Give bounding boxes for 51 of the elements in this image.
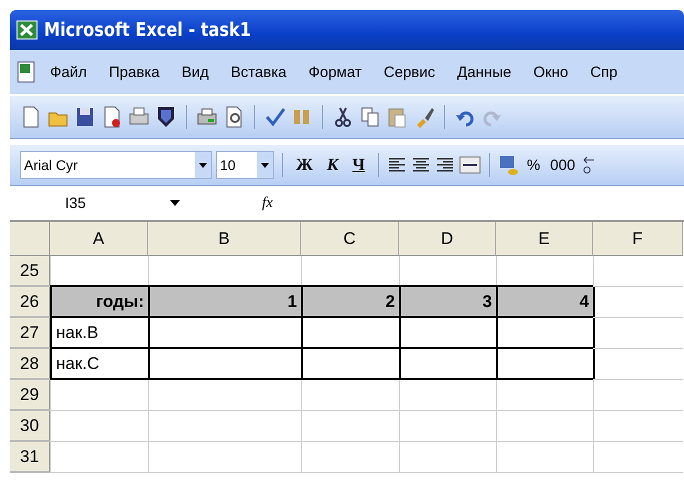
caret-icon[interactable] (199, 162, 207, 168)
font-size-dropdown[interactable]: 10 (216, 151, 274, 179)
row-header[interactable]: 30 (10, 411, 50, 441)
row-header[interactable]: 25 (10, 256, 50, 286)
bold-button[interactable]: Ж (291, 155, 318, 175)
number-format-button[interactable]: % (524, 156, 544, 174)
column-header[interactable]: A (50, 222, 148, 256)
row-header[interactable]: 26 (10, 287, 50, 317)
window-title: Microsoft Excel - task1 (44, 19, 251, 41)
underline-button[interactable]: Ч (347, 155, 370, 175)
cut-icon[interactable] (332, 105, 354, 129)
shield-icon[interactable] (155, 105, 177, 129)
column-header[interactable]: B (148, 222, 301, 256)
table-cell-text: нак.B (55, 322, 100, 344)
copy-icon[interactable] (359, 105, 381, 129)
menu-item[interactable]: Сервис (384, 64, 436, 80)
number-format-button[interactable]: 000 (547, 156, 578, 174)
save-icon[interactable] (74, 105, 96, 129)
menu-item[interactable]: Данные (457, 64, 512, 80)
row-header[interactable]: 29 (10, 380, 50, 410)
column-header[interactable]: E (496, 222, 593, 256)
menu-item[interactable]: Файл (50, 64, 87, 80)
column-header[interactable]: C (301, 222, 399, 256)
menu-item[interactable]: Вставка (230, 64, 286, 80)
insert-function-button[interactable]: fx (262, 194, 273, 212)
italic-button[interactable]: К (322, 155, 344, 175)
align-left-icon[interactable] (386, 156, 407, 174)
table-cell: 1 (150, 287, 301, 317)
table-cell-text: нак.C (55, 353, 100, 375)
menu-item[interactable]: Спр (590, 64, 618, 80)
table-cell: годы: (52, 287, 148, 317)
table-cell: 4 (498, 287, 593, 317)
table-cell: 2 (303, 287, 399, 317)
column-header[interactable]: D (399, 222, 496, 256)
menu-item[interactable]: Окно (533, 64, 568, 80)
align-center-icon[interactable] (410, 156, 431, 174)
menu-item[interactable]: Вид (182, 64, 209, 80)
dropdown-arrow-icon[interactable] (170, 200, 180, 206)
menu-item[interactable]: Формат (308, 64, 362, 80)
merge-center-icon[interactable] (458, 155, 481, 175)
excel-logo-icon (16, 20, 38, 40)
row-header[interactable]: 31 (10, 442, 50, 472)
table-cell: 3 (401, 287, 496, 317)
name-box[interactable]: I35 (10, 186, 152, 220)
caret-icon[interactable] (261, 162, 269, 168)
column-header[interactable]: F (593, 222, 683, 256)
font-dropdown[interactable]: Arial Cyr (20, 151, 212, 179)
row-header[interactable]: 27 (10, 318, 50, 348)
menu-item[interactable]: Правка (108, 64, 160, 80)
row-header[interactable]: 28 (10, 349, 50, 379)
align-right-icon[interactable] (434, 156, 455, 174)
